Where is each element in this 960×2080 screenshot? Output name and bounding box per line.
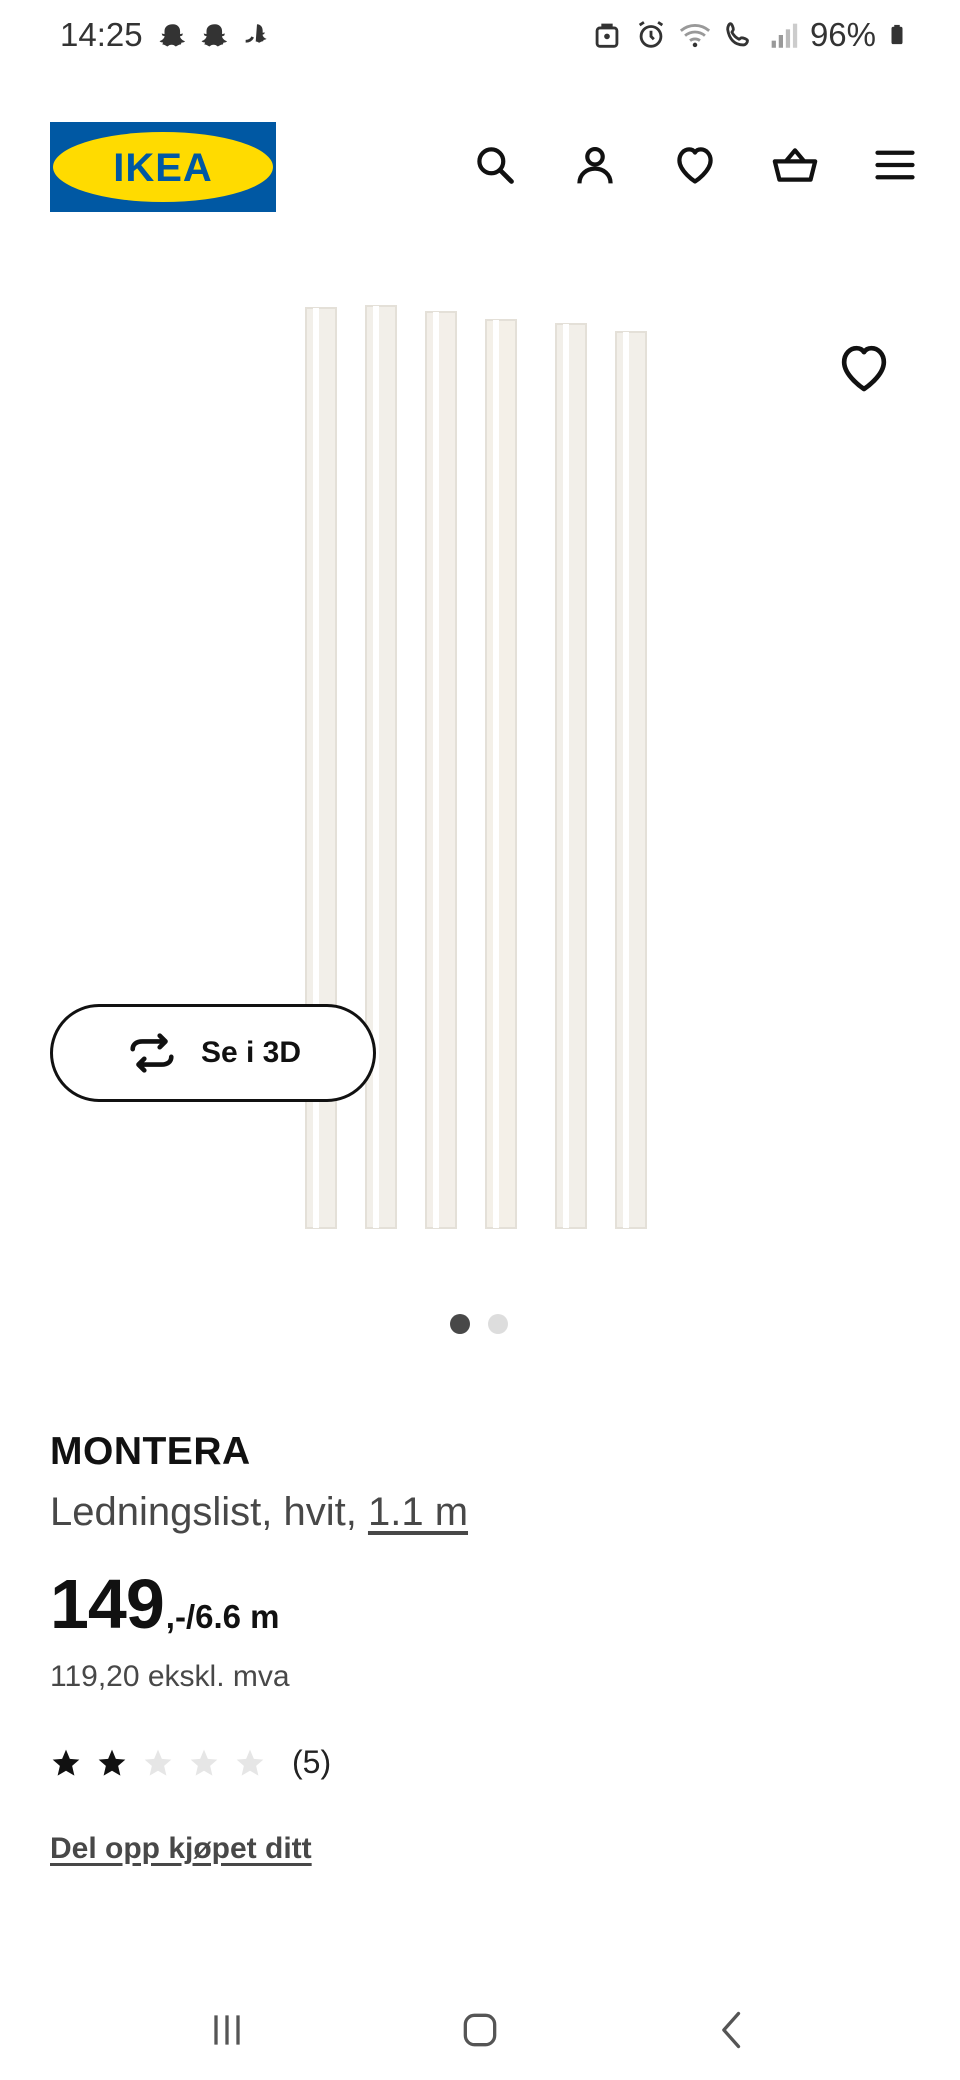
battery-percent: 96%: [809, 16, 876, 53]
home-icon[interactable]: [445, 1995, 515, 2065]
split-payment-link[interactable]: Del opp kjøpet ditt: [50, 1832, 312, 1866]
see-in-3d-label: Se i 3D: [200, 1036, 302, 1069]
product-description-text: Ledningslist, hvit,: [50, 1490, 357, 1534]
briefcase-icon: [595, 23, 619, 48]
snapchat-icon: [245, 24, 267, 43]
see-in-3d-button[interactable]: Se i 3D: [50, 1004, 376, 1102]
carousel-indicator: [450, 1314, 508, 1334]
star-filled-icon: [98, 1749, 126, 1776]
wifi-icon: [679, 24, 711, 48]
back-icon[interactable]: [698, 1995, 768, 2065]
carousel-dot-1[interactable]: [450, 1314, 470, 1334]
snapchat-icon: [201, 24, 228, 47]
add-to-favourites-icon[interactable]: [836, 340, 892, 396]
alarm-icon: [638, 21, 664, 48]
signal-icon: [771, 23, 798, 48]
account-icon[interactable]: [570, 140, 620, 190]
product-size-link[interactable]: 1.1 m: [368, 1490, 468, 1534]
cart-icon[interactable]: [770, 140, 820, 190]
star-empty-icon: [190, 1749, 218, 1776]
logo-text: IKEA: [113, 146, 213, 190]
menu-icon[interactable]: [870, 140, 920, 190]
product-description: Ledningslist, hvit, 1.1 m: [50, 1490, 468, 1535]
rating-count: (5): [292, 1744, 332, 1780]
wifi-call-icon: [726, 22, 749, 47]
system-nav-bar: [0, 1980, 960, 2080]
recent-apps-icon[interactable]: [192, 1995, 262, 2065]
notification-icons: [156, 20, 274, 54]
ikea-logo[interactable]: IKEA: [50, 122, 276, 212]
price-unit: ,-/6.6 m: [165, 1598, 280, 1635]
star-empty-icon: [144, 1749, 172, 1776]
heart-icon[interactable]: [670, 140, 720, 190]
header-actions: [470, 140, 920, 190]
rating[interactable]: (5): [50, 1744, 331, 1781]
product-name: MONTERA: [50, 1430, 251, 1473]
product-price: 149 ,-/6.6 m: [50, 1564, 280, 1644]
star-filled-icon: [52, 1749, 80, 1776]
star-empty-icon: [236, 1749, 264, 1776]
search-icon[interactable]: [470, 140, 520, 190]
system-icons: 96%: [590, 16, 908, 54]
price-excl-vat: 119,20 ekskl. mva: [50, 1660, 290, 1693]
carousel-dot-2[interactable]: [488, 1314, 508, 1334]
status-bar: 14:25 96%: [0, 0, 960, 76]
price-amount: 149: [50, 1565, 165, 1643]
snapchat-icon: [159, 24, 186, 47]
status-time: 14:25: [60, 16, 143, 53]
battery-icon: [891, 24, 903, 45]
rotate-3d-icon: [130, 1033, 174, 1073]
